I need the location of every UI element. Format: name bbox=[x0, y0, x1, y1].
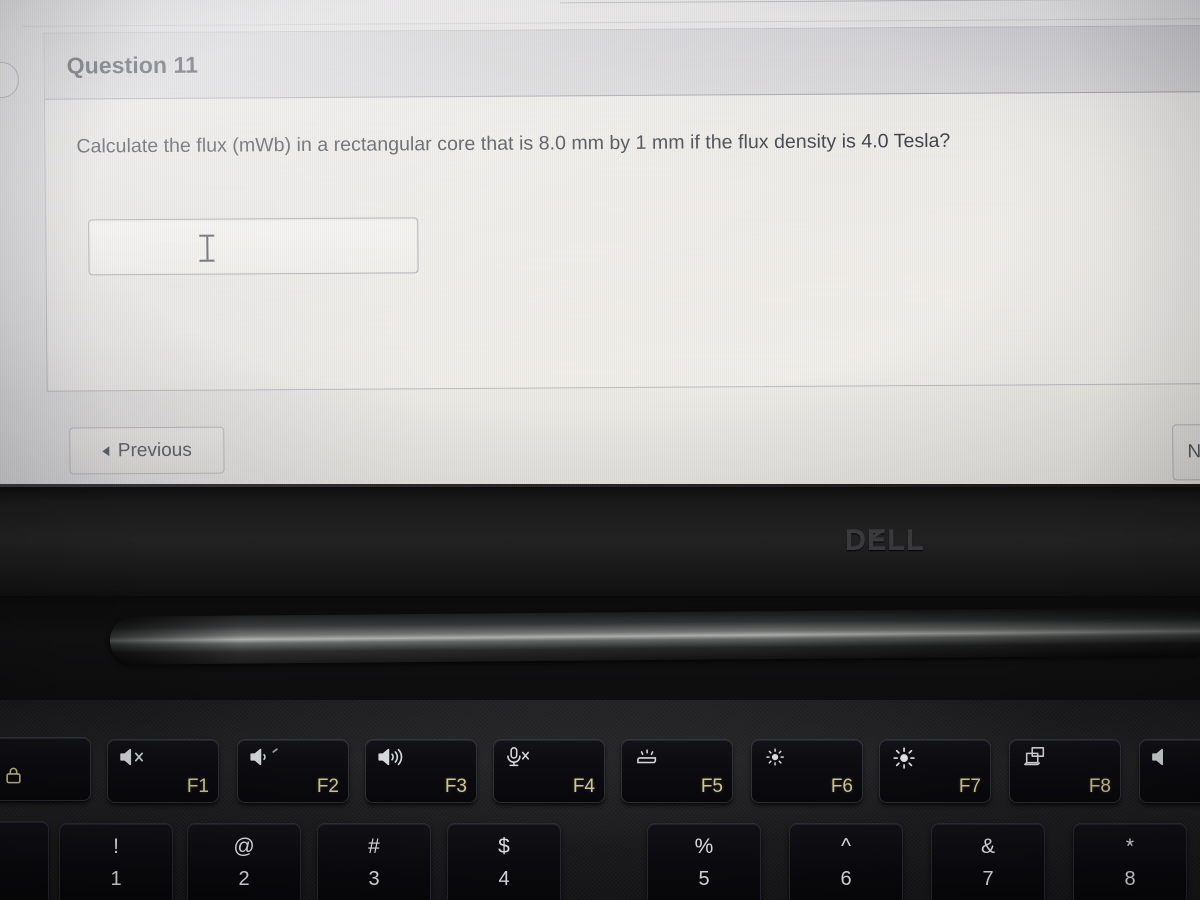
speaker-volume-up-icon bbox=[376, 746, 422, 770]
key-f4-label: F4 bbox=[572, 776, 595, 797]
key-4[interactable]: $ 4 bbox=[448, 824, 560, 900]
keyboard-backlight-icon bbox=[632, 746, 678, 770]
key-6-number: 6 bbox=[840, 868, 852, 890]
key-1-symbol: ! bbox=[113, 835, 119, 858]
key-1[interactable]: ! 1 bbox=[60, 824, 172, 900]
key-f2-label: F2 bbox=[316, 776, 339, 797]
triangle-left-icon bbox=[101, 445, 109, 456]
key-f4[interactable]: F4 bbox=[494, 740, 604, 802]
dell-logo-prefix: D bbox=[845, 525, 867, 557]
key-f3-label: F3 bbox=[444, 776, 467, 797]
collapsed-sidebar-stub[interactable] bbox=[0, 61, 19, 99]
key-f5-label: F5 bbox=[700, 776, 723, 797]
key-4-symbol: $ bbox=[498, 835, 510, 858]
key-2[interactable]: @ 2 bbox=[188, 824, 300, 900]
key-backtick-symbol: ~ bbox=[0, 833, 48, 857]
key-8-symbol: * bbox=[1125, 835, 1135, 858]
answer-input[interactable] bbox=[88, 217, 419, 276]
screen-bezel bbox=[0, 484, 1200, 600]
speaker-mute-icon bbox=[118, 746, 164, 770]
key-2-symbol: @ bbox=[233, 835, 255, 858]
key-6[interactable]: ^ 6 bbox=[790, 824, 902, 900]
display-switch-icon bbox=[1020, 746, 1066, 770]
question-text: Calculate the flux (mWb) in a rectangula… bbox=[76, 129, 951, 158]
divider-top-right bbox=[560, 0, 1200, 4]
page-title: Question 11 bbox=[66, 51, 199, 79]
key-1-number: 1 bbox=[110, 868, 122, 890]
fn-lock-icon bbox=[4, 766, 23, 785]
key-esc[interactable]: Esc bbox=[0, 738, 90, 800]
dell-logo-e-mark: E bbox=[866, 525, 888, 557]
key-f6[interactable]: F6 bbox=[752, 740, 862, 802]
key-7-number: 7 bbox=[982, 868, 994, 890]
previous-button[interactable]: Previous bbox=[69, 426, 225, 475]
next-button[interactable]: N bbox=[1172, 423, 1200, 481]
photo-of-laptop-screen: Question 11 Calculate the flux (mWb) in … bbox=[0, 0, 1200, 900]
key-backtick[interactable]: ~ ` bbox=[0, 822, 48, 900]
key-f9[interactable] bbox=[1140, 740, 1200, 802]
brightness-up-icon bbox=[890, 746, 936, 770]
next-button-label: N bbox=[1187, 441, 1200, 463]
dell-logo-suffix: LL bbox=[887, 525, 925, 557]
key-4-number: 4 bbox=[498, 868, 510, 890]
key-7-symbol: & bbox=[980, 835, 995, 858]
key-7[interactable]: & 7 bbox=[932, 824, 1044, 900]
hinge-bar bbox=[109, 607, 1200, 665]
key-5-symbol: % bbox=[694, 835, 714, 858]
quiz-page: Question 11 Calculate the flux (mWb) in … bbox=[0, 0, 1200, 492]
key-8[interactable]: * 8 bbox=[1074, 824, 1186, 900]
key-8-number: 8 bbox=[1124, 868, 1136, 890]
key-f3[interactable]: F3 bbox=[366, 740, 476, 802]
key-f7[interactable]: F7 bbox=[880, 740, 990, 802]
speaker-icon bbox=[1150, 746, 1196, 770]
question-card: Question 11 Calculate the flux (mWb) in … bbox=[43, 25, 1200, 392]
key-3[interactable]: # 3 bbox=[318, 824, 430, 900]
key-backtick-number: ` bbox=[0, 866, 48, 889]
key-5[interactable]: % 5 bbox=[648, 824, 760, 900]
key-f1-label: F1 bbox=[186, 776, 209, 797]
key-f5[interactable]: F5 bbox=[622, 740, 732, 802]
brightness-down-icon bbox=[762, 746, 808, 770]
key-f1[interactable]: F1 bbox=[108, 740, 218, 802]
laptop-screen: Question 11 Calculate the flux (mWb) in … bbox=[0, 0, 1200, 492]
key-6-symbol: ^ bbox=[841, 835, 851, 858]
dell-logo: DELL bbox=[845, 525, 965, 557]
key-5-number: 5 bbox=[698, 868, 710, 890]
microphone-mute-icon bbox=[504, 746, 550, 770]
key-3-symbol: # bbox=[368, 835, 380, 858]
key-f8-label: F8 bbox=[1088, 776, 1111, 797]
key-f7-label: F7 bbox=[958, 776, 981, 797]
key-2-number: 2 bbox=[238, 868, 250, 890]
key-f8[interactable]: F8 bbox=[1010, 740, 1120, 802]
key-f2[interactable]: F2 bbox=[238, 740, 348, 802]
speaker-volume-down-icon bbox=[248, 746, 294, 770]
question-card-header: Question 11 bbox=[44, 26, 1200, 100]
previous-button-label: Previous bbox=[117, 439, 192, 461]
key-3-number: 3 bbox=[368, 868, 380, 890]
key-f6-label: F6 bbox=[830, 776, 853, 797]
